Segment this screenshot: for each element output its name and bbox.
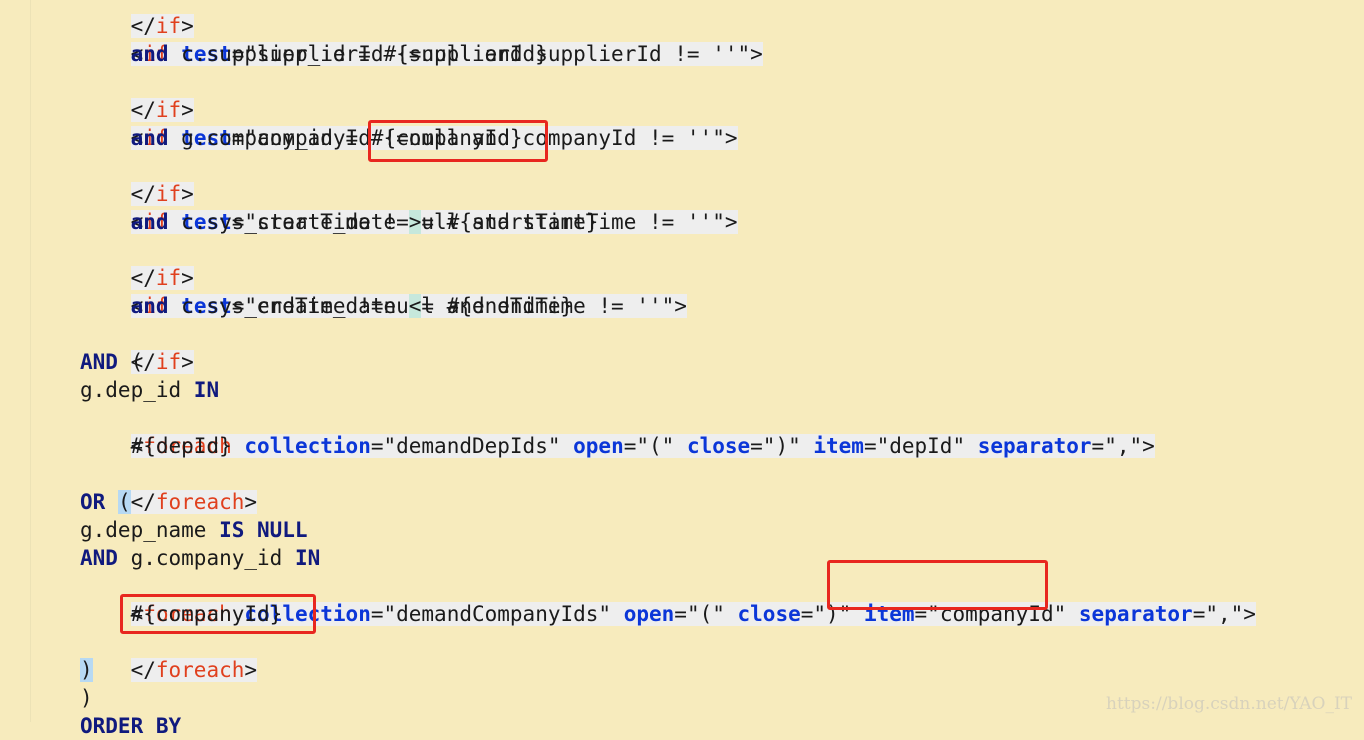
code-line: AND ( — [80, 350, 144, 374]
code-line: </if> — [130, 98, 194, 122]
code-line: <if test="supplierId !=null and supplier… — [130, 42, 763, 66]
code-line: #{depId} — [80, 434, 232, 458]
code-line: AND g.company_id IN — [80, 546, 321, 570]
code-line: ) — [80, 686, 93, 710]
code-line: and c.sys_create_date <= #{endTime} — [130, 294, 574, 318]
code-line: ORDER BY — [80, 714, 182, 738]
code-line: OR ( — [80, 490, 131, 514]
code-line: </if> — [130, 14, 194, 38]
code-line: ) — [80, 658, 93, 682]
code-line: </if> — [130, 350, 194, 374]
code-line: g.dep_name IS NULL — [80, 518, 308, 542]
code-line: g.dep_id IN — [80, 378, 220, 402]
editor-gutter — [0, 0, 31, 722]
code-line: <foreach collection="demandDepIds" open=… — [130, 434, 1155, 458]
code-line: <if test="startTime !=null and startTime… — [130, 210, 738, 234]
highlight-box-item-attribute — [827, 560, 1048, 610]
code-line: and c.sys_create_date >= #{startTime} — [130, 210, 599, 234]
watermark-text: https://blog.csdn.net/YAO_IT — [1106, 694, 1352, 714]
code-line: </foreach> — [130, 490, 258, 514]
highlight-box-companyId-param — [368, 120, 548, 162]
code-line: </if> — [130, 266, 194, 290]
highlight-box-companyId-foreach — [120, 594, 316, 634]
code-line: <if test="endTime !=null and endTime != … — [130, 294, 687, 318]
code-line: </if> — [130, 182, 194, 206]
code-line: and c.supplier_id = #{supplierId} — [130, 42, 548, 66]
